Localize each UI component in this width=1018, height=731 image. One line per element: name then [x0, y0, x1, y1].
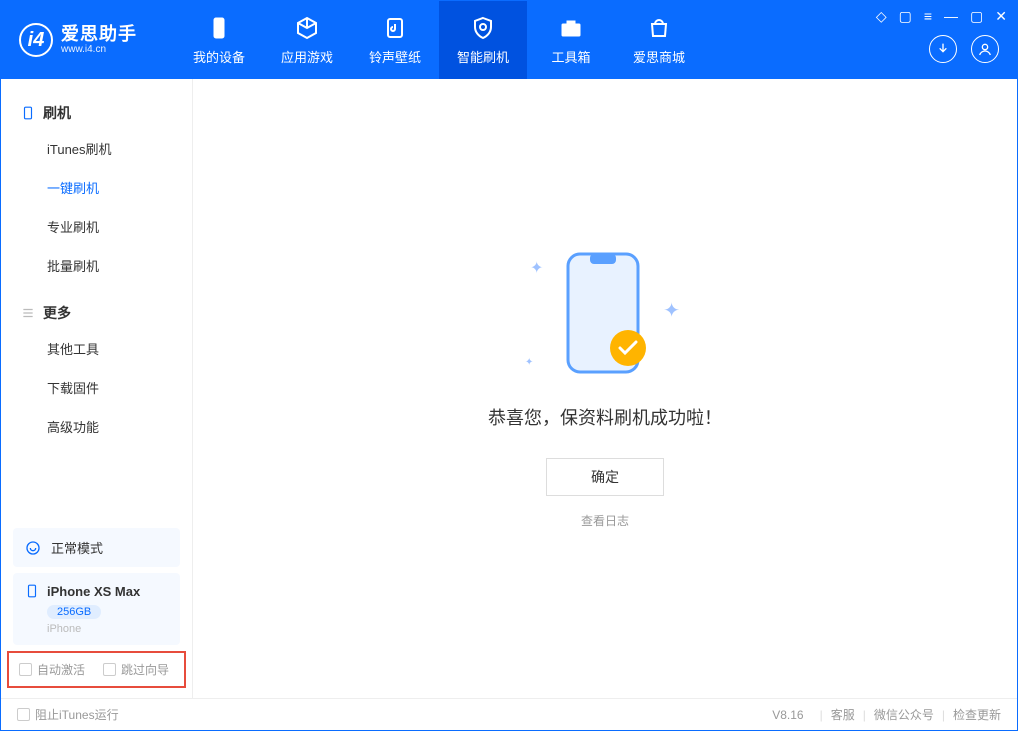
checkbox-block-itunes[interactable]: 阻止iTunes运行: [17, 706, 119, 723]
sidebar-item-batch[interactable]: 批量刷机: [1, 246, 192, 285]
nav-toolbox[interactable]: 工具箱: [527, 1, 615, 79]
main-content: ✦ ✦ ✦ 恭喜您，保资料刷机成功啦！ 确定 查看日志: [193, 79, 1017, 698]
header-right: [929, 35, 999, 63]
sidebar-item-itunes[interactable]: iTunes刷机: [1, 129, 192, 168]
feedback-icon[interactable]: ▢: [899, 9, 912, 23]
app-name-cn: 爱思助手: [61, 25, 137, 45]
phone-small-icon: [25, 583, 39, 599]
sparkle-icon: ✦: [530, 258, 543, 278]
refresh-icon: [25, 540, 41, 556]
success-message: 恭喜您，保资料刷机成功啦！: [488, 404, 722, 430]
sidebar-heading-more: 更多: [1, 297, 192, 329]
version-label: V8.16: [772, 708, 803, 722]
sidebar-item-firmware[interactable]: 下载固件: [1, 368, 192, 407]
sparkle-icon: ✦: [663, 298, 680, 323]
footer: 阻止iTunes运行 V8.16 | 客服 | 微信公众号 | 检查更新: [1, 698, 1017, 730]
cube-icon: [294, 15, 320, 41]
download-button[interactable]: [929, 35, 957, 63]
logo[interactable]: i4 爱思助手 www.i4.cn: [1, 1, 155, 79]
sidebar-heading-flash: 刷机: [1, 97, 192, 129]
checkbox-auto-activate[interactable]: 自动激活: [19, 661, 85, 678]
main-nav: 我的设备 应用游戏 铃声壁纸 智能刷机 工具箱 爱思商城: [175, 1, 703, 79]
phone-icon: [21, 106, 35, 120]
window-controls: ◇ ▢ ≡ — ▢ ✕: [876, 9, 1007, 23]
shield-icon: [470, 15, 496, 41]
skin-icon[interactable]: ◇: [876, 9, 887, 23]
sidebar-item-advanced[interactable]: 高级功能: [1, 407, 192, 446]
account-button[interactable]: [971, 35, 999, 63]
sidebar-item-oneclick[interactable]: 一键刷机: [1, 168, 192, 207]
ok-button[interactable]: 确定: [546, 458, 664, 496]
close-button[interactable]: ✕: [995, 9, 1007, 23]
mode-card[interactable]: 正常模式: [13, 528, 180, 567]
view-log-link[interactable]: 查看日志: [581, 512, 629, 529]
nav-ringtones[interactable]: 铃声壁纸: [351, 1, 439, 79]
device-name: iPhone XS Max: [47, 584, 140, 599]
nav-store[interactable]: 爱思商城: [615, 1, 703, 79]
music-icon: [382, 15, 408, 41]
sparkle-icon: ✦: [525, 357, 533, 368]
sidebar-item-pro[interactable]: 专业刷机: [1, 207, 192, 246]
nav-apps[interactable]: 应用游戏: [263, 1, 351, 79]
highlighted-checkboxes: 自动激活 跳过向导: [7, 651, 186, 688]
wechat-link[interactable]: 微信公众号: [874, 706, 934, 723]
toolbox-icon: [558, 15, 584, 41]
menu-icon[interactable]: ≡: [924, 9, 932, 23]
header: i4 爱思助手 www.i4.cn 我的设备 应用游戏 铃声壁纸 智能刷机 工具…: [1, 1, 1017, 79]
nav-my-device[interactable]: 我的设备: [175, 1, 263, 79]
support-link[interactable]: 客服: [831, 706, 855, 723]
device-card[interactable]: iPhone XS Max 256GB iPhone: [13, 573, 180, 645]
checkbox-skip-guide[interactable]: 跳过向导: [103, 661, 169, 678]
app-name-en: www.i4.cn: [61, 44, 137, 55]
list-icon: [21, 306, 35, 320]
device-storage: 256GB: [47, 605, 101, 619]
logo-icon: i4: [19, 23, 53, 57]
bag-icon: [646, 15, 672, 41]
device-icon: [206, 15, 232, 41]
success-illustration: ✦ ✦ ✦: [560, 248, 650, 378]
minimize-button[interactable]: —: [944, 9, 958, 23]
nav-flash[interactable]: 智能刷机: [439, 1, 527, 79]
maximize-button[interactable]: ▢: [970, 9, 983, 23]
update-link[interactable]: 检查更新: [953, 706, 1001, 723]
sidebar: 刷机 iTunes刷机 一键刷机 专业刷机 批量刷机 更多 其他工具 下载固件 …: [1, 79, 193, 698]
sidebar-item-other[interactable]: 其他工具: [1, 329, 192, 368]
device-type: iPhone: [47, 623, 168, 635]
